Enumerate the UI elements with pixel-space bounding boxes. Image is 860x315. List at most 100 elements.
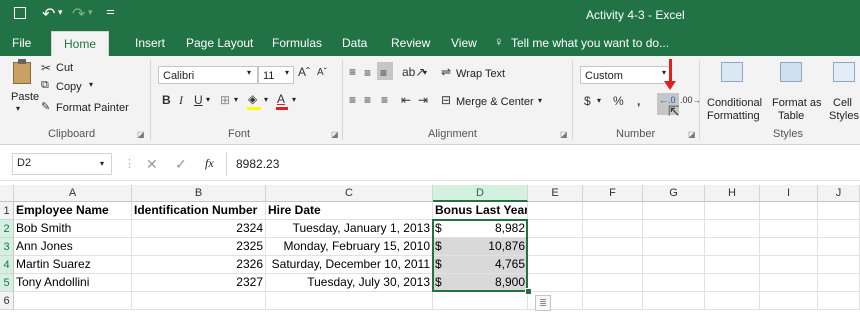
cell-c4[interactable]: Saturday, December 10, 2011 (266, 256, 433, 274)
tab-view[interactable]: View (451, 36, 477, 50)
table-cell[interactable] (760, 220, 818, 238)
table-cell[interactable] (705, 274, 760, 292)
table-cell[interactable] (433, 292, 528, 310)
table-cell[interactable] (643, 292, 705, 310)
column-header-a[interactable]: A (14, 185, 132, 202)
column-header-f[interactable]: F (583, 185, 643, 202)
table-cell[interactable] (818, 292, 860, 310)
tab-formulas[interactable]: Formulas (272, 36, 322, 50)
cell-a3[interactable]: Ann Jones (14, 238, 132, 256)
table-cell[interactable] (583, 256, 643, 274)
merge-center-button[interactable]: Merge & Center (456, 96, 534, 108)
column-header-j[interactable]: J (818, 185, 860, 202)
table-cell[interactable] (132, 292, 266, 310)
header-cell-employee-name[interactable]: Employee Name (14, 202, 132, 220)
alignment-launcher-icon[interactable]: ◪ (560, 130, 568, 139)
tab-home[interactable]: Home (51, 31, 110, 56)
column-header-i[interactable]: I (760, 185, 818, 202)
table-cell[interactable] (643, 256, 705, 274)
column-header-h[interactable]: H (705, 185, 760, 202)
format-painter-button[interactable]: Format Painter (56, 102, 129, 114)
table-cell[interactable] (760, 274, 818, 292)
cell-a4[interactable]: Martin Suarez (14, 256, 132, 274)
name-box-dropdown-icon[interactable]: ▾ (100, 159, 104, 168)
cell-styles-label-2[interactable]: Styles (829, 110, 859, 122)
increase-indent-icon[interactable]: ⇥ (418, 93, 428, 107)
cell-a5[interactable]: Tony Andollini (14, 274, 132, 292)
tell-me-search[interactable]: Tell me what you want to do... (511, 36, 669, 50)
tab-data[interactable]: Data (342, 36, 367, 50)
cut-button[interactable]: Cut (56, 62, 73, 74)
cell-b4[interactable]: 2326 (132, 256, 266, 274)
wrap-text-icon[interactable]: ⇌ (441, 65, 451, 79)
table-cell[interactable] (583, 202, 643, 220)
bottom-align-icon[interactable]: ≡ (380, 66, 387, 80)
table-cell[interactable] (705, 256, 760, 274)
table-cell[interactable] (818, 256, 860, 274)
font-name-dropdown-icon[interactable]: ▾ (247, 68, 251, 77)
borders-icon[interactable]: ⊞ (220, 93, 230, 107)
conditional-formatting-icon[interactable] (721, 62, 743, 82)
merge-center-dropdown-icon[interactable]: ▾ (538, 96, 542, 105)
clipboard-launcher-icon[interactable]: ◪ (137, 130, 145, 139)
name-box[interactable]: D2 (12, 153, 112, 175)
align-center-icon[interactable]: ≡ (364, 93, 371, 107)
undo-dropdown-icon[interactable]: ▾ (58, 7, 63, 18)
table-cell[interactable] (705, 202, 760, 220)
middle-align-icon[interactable]: ≡ (364, 66, 371, 80)
table-cell[interactable] (583, 292, 643, 310)
number-format-dropdown-icon[interactable]: ▾ (662, 68, 666, 77)
cell-d4[interactable]: $4,765 (433, 256, 528, 274)
table-cell[interactable] (528, 256, 583, 274)
row-header-3[interactable]: 3 (0, 238, 14, 256)
merge-center-icon[interactable]: ⊟ (441, 93, 451, 107)
comma-style-icon[interactable]: , (637, 94, 640, 108)
decrease-indent-icon[interactable]: ⇤ (401, 93, 411, 107)
table-cell[interactable] (705, 292, 760, 310)
orientation-icon[interactable]: ab↗ (402, 65, 425, 79)
cell-d3[interactable]: $10,876 (433, 238, 528, 256)
undo-icon[interactable]: ↶ (42, 4, 55, 24)
column-header-d[interactable]: D (433, 185, 528, 202)
format-painter-icon[interactable]: ✎ (41, 100, 50, 113)
column-header-g[interactable]: G (643, 185, 705, 202)
top-align-icon[interactable]: ≡ (349, 65, 356, 79)
enter-icon[interactable]: ✓ (175, 156, 187, 173)
align-right-icon[interactable]: ≡ (381, 93, 388, 107)
cell-b5[interactable]: 2327 (132, 274, 266, 292)
tab-review[interactable]: Review (391, 36, 430, 50)
cell-d2[interactable]: $8,982 (433, 220, 528, 238)
tab-file[interactable]: File (12, 36, 31, 50)
tab-page-layout[interactable]: Page Layout (186, 36, 253, 50)
table-cell[interactable] (818, 202, 860, 220)
cell-c5[interactable]: Tuesday, July 30, 2013 (266, 274, 433, 292)
table-cell[interactable] (583, 220, 643, 238)
table-cell[interactable] (818, 220, 860, 238)
save-icon[interactable] (14, 7, 26, 19)
table-cell[interactable] (266, 292, 433, 310)
redo-dropdown-icon[interactable]: ▾ (88, 7, 93, 18)
table-cell[interactable] (760, 238, 818, 256)
copy-button[interactable]: Copy (56, 81, 82, 93)
borders-dropdown-icon[interactable]: ▾ (234, 95, 238, 104)
cell-c3[interactable]: Monday, February 15, 2010 (266, 238, 433, 256)
fill-handle[interactable] (525, 288, 532, 295)
cell-c2[interactable]: Tuesday, January 1, 2013 (266, 220, 433, 238)
number-launcher-icon[interactable]: ◪ (688, 130, 696, 139)
cell-b3[interactable]: 2325 (132, 238, 266, 256)
cancel-icon[interactable]: ✕ (146, 156, 158, 173)
percent-style-icon[interactable]: % (613, 94, 624, 108)
row-header-4[interactable]: 4 (0, 256, 14, 274)
currency-format-icon[interactable]: $ (584, 94, 591, 108)
copy-icon[interactable]: ⧉ (41, 79, 49, 92)
table-cell[interactable] (528, 274, 583, 292)
redo-icon[interactable]: ↷ (72, 4, 85, 24)
table-cell[interactable] (760, 202, 818, 220)
number-format-box[interactable]: Custom (580, 66, 672, 84)
paste-icon[interactable] (13, 62, 31, 84)
format-as-table-icon[interactable] (780, 62, 802, 82)
underline-dropdown-icon[interactable]: ▾ (206, 95, 210, 104)
table-cell[interactable] (760, 256, 818, 274)
format-as-table-label-2[interactable]: Table (778, 110, 804, 122)
font-name-box[interactable]: Calibri (158, 66, 258, 84)
